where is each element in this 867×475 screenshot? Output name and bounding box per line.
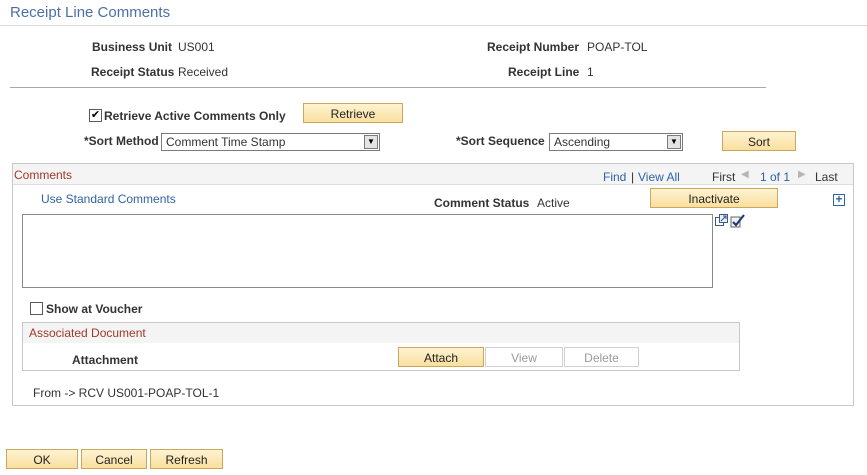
chevron-down-icon: ▼	[364, 135, 378, 149]
business-unit-value: US001	[178, 40, 215, 54]
sort-sequence-value: Ascending	[554, 135, 611, 149]
next-icon[interactable]: ▶	[798, 169, 806, 180]
receipt-line-value: 1	[587, 65, 594, 79]
spellcheck-icon[interactable]	[730, 213, 746, 228]
show-at-voucher-label: Show at Voucher	[46, 302, 143, 316]
sort-sequence-select[interactable]: Ascending ▼	[549, 133, 683, 151]
sort-button[interactable]: Sort	[722, 131, 796, 151]
expand-icon[interactable]	[715, 214, 728, 227]
from-reference-text: From -> RCV US001-POAP-TOL-1	[33, 386, 220, 400]
comments-grid-title: Comments	[14, 168, 73, 182]
page-title: Receipt Line Comments	[10, 4, 171, 21]
find-link[interactable]: Find	[603, 170, 626, 184]
business-unit-label: Business Unit	[92, 40, 173, 54]
receipt-number-label: Receipt Number	[487, 40, 580, 54]
receipt-number-value: POAP-TOL	[587, 40, 648, 54]
ok-button[interactable]: OK	[6, 449, 78, 469]
view-all-link[interactable]: View All	[638, 170, 680, 184]
retrieve-button[interactable]: Retrieve	[303, 103, 403, 123]
add-row-icon[interactable]: +	[833, 193, 845, 206]
sort-sequence-label: *Sort Sequence	[456, 134, 545, 148]
sort-method-select[interactable]: Comment Time Stamp ▼	[161, 133, 380, 151]
header-divider	[10, 87, 766, 88]
comment-textarea[interactable]	[22, 214, 713, 288]
comment-status-value: Active	[537, 196, 570, 210]
last-label[interactable]: Last	[815, 170, 838, 184]
chevron-down-icon: ▼	[667, 135, 681, 149]
page-indicator: 1 of 1	[760, 170, 791, 184]
receipt-status-value: Received	[178, 65, 229, 79]
attach-button[interactable]: Attach	[398, 347, 484, 367]
associated-document-title: Associated Document	[29, 326, 146, 340]
inactivate-button[interactable]: Inactivate	[650, 188, 778, 208]
use-standard-comments-link[interactable]: Use Standard Comments	[41, 192, 176, 206]
title-divider	[0, 25, 867, 26]
first-label[interactable]: First	[712, 170, 735, 184]
sort-method-value: Comment Time Stamp	[166, 135, 286, 149]
attachment-label: Attachment	[72, 353, 139, 367]
view-button[interactable]: View	[485, 347, 563, 367]
receipt-line-label: Receipt Line	[508, 65, 580, 79]
retrieve-active-label: Retrieve Active Comments Only	[104, 109, 286, 123]
delete-button[interactable]: Delete	[564, 347, 639, 367]
show-at-voucher-checkbox[interactable]	[30, 302, 43, 315]
cancel-button[interactable]: Cancel	[81, 449, 147, 469]
receipt-status-label: Receipt Status	[91, 65, 175, 79]
sort-method-label: *Sort Method	[84, 134, 159, 148]
nav-separator: |	[631, 170, 635, 184]
retrieve-active-checkbox[interactable]: ✔	[89, 109, 102, 122]
comment-status-label: Comment Status	[434, 196, 530, 210]
refresh-button[interactable]: Refresh	[150, 449, 223, 469]
previous-icon[interactable]: ◀	[741, 169, 749, 180]
